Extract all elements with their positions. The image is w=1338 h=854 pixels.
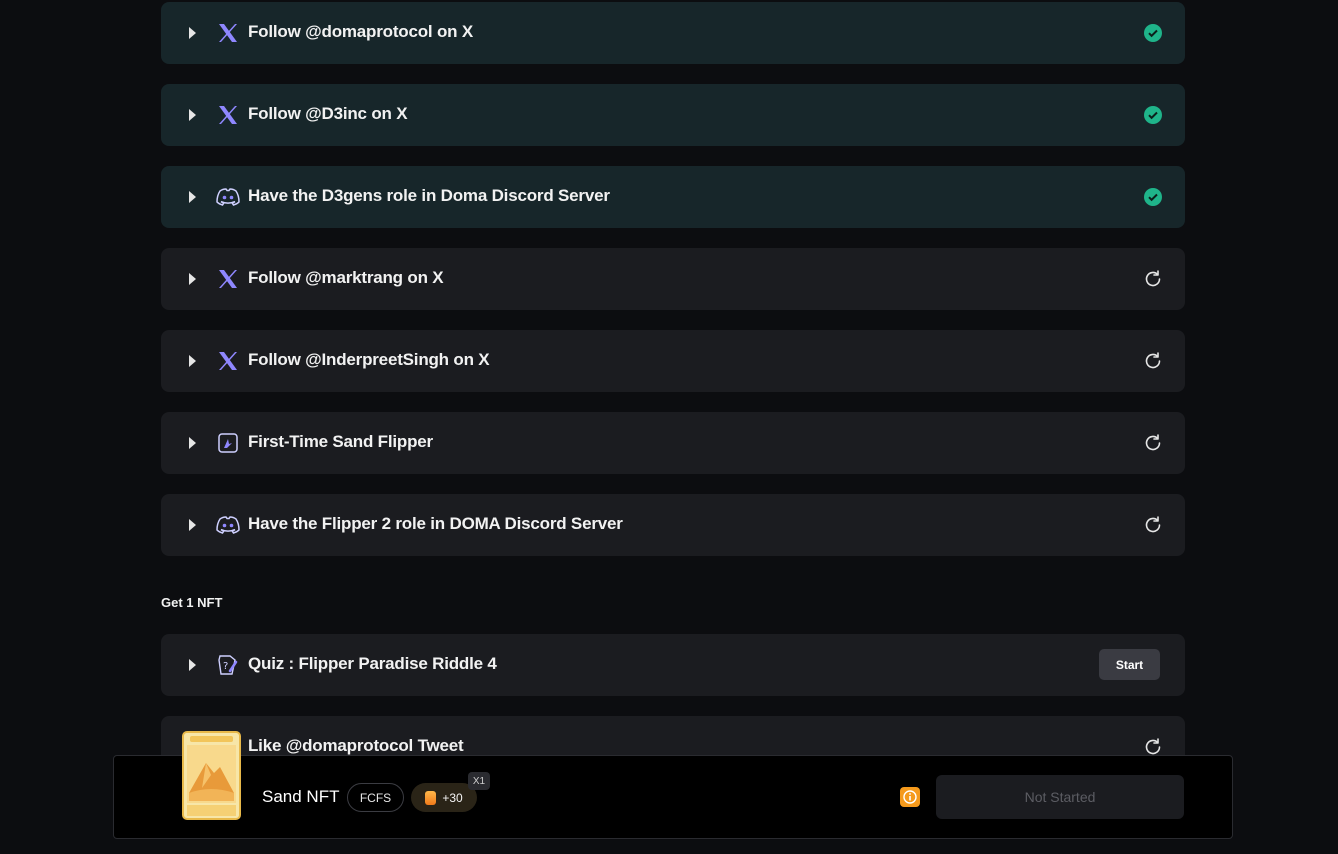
- check-circle-icon: [1142, 104, 1164, 126]
- task-label: Follow @marktrang on X: [248, 268, 444, 287]
- expand-caret-icon[interactable]: [189, 27, 196, 39]
- quiz-icon: ?: [216, 653, 240, 677]
- x-logo-icon: [216, 21, 240, 45]
- x-logo-icon: [216, 267, 240, 291]
- task-row-follow-d3inc[interactable]: Follow @D3inc on X: [161, 84, 1185, 146]
- task-label: Quiz : Flipper Paradise Riddle 4: [248, 654, 497, 673]
- task-row-flipper-2-role[interactable]: Have the Flipper 2 role in DOMA Discord …: [161, 494, 1185, 556]
- section-title: Get 1 NFT: [161, 595, 223, 610]
- expand-caret-icon[interactable]: [189, 659, 196, 671]
- x-logo-icon: [216, 103, 240, 127]
- task-row-d3gens-role[interactable]: Have the D3gens role in Doma Discord Ser…: [161, 166, 1185, 228]
- task-row-follow-domaprotocol[interactable]: Follow @domaprotocol on X: [161, 2, 1185, 64]
- task-label: First-Time Sand Flipper: [248, 432, 433, 451]
- expand-caret-icon[interactable]: [189, 437, 196, 449]
- task-label: Follow @InderpreetSingh on X: [248, 350, 490, 369]
- flipper-app-icon: [216, 431, 240, 455]
- sand-nft-image: [182, 731, 241, 820]
- task-label: Follow @D3inc on X: [248, 104, 408, 123]
- refresh-icon[interactable]: [1142, 268, 1164, 290]
- expand-caret-icon[interactable]: [189, 191, 196, 203]
- check-circle-icon: [1142, 22, 1164, 44]
- reward-bar: Sand NFT FCFS +30 X1 Not Started: [113, 731, 1233, 839]
- refresh-icon[interactable]: [1142, 350, 1164, 372]
- info-icon[interactable]: [900, 787, 920, 807]
- coin-icon: [425, 790, 437, 805]
- x-logo-icon: [216, 349, 240, 373]
- start-button[interactable]: Start: [1099, 649, 1160, 680]
- task-row-follow-marktrang[interactable]: Follow @marktrang on X: [161, 248, 1185, 310]
- expand-caret-icon[interactable]: [189, 519, 196, 531]
- task-label: Follow @domaprotocol on X: [248, 22, 474, 41]
- nft-name: Sand NFT: [262, 787, 340, 806]
- refresh-icon[interactable]: [1142, 432, 1164, 454]
- points-badge: +30: [411, 783, 477, 812]
- check-circle-icon: [1142, 186, 1164, 208]
- task-label: Have the Flipper 2 role in DOMA Discord …: [248, 514, 623, 533]
- task-label: Like @domaprotocol Tweet: [248, 736, 464, 755]
- not-started-button[interactable]: Not Started: [936, 775, 1184, 819]
- refresh-icon[interactable]: [1142, 514, 1164, 536]
- points-value: +30: [442, 790, 463, 805]
- fcfs-badge: FCFS: [347, 783, 404, 812]
- expand-caret-icon[interactable]: [189, 273, 196, 285]
- task-label: Have the D3gens role in Doma Discord Ser…: [248, 186, 610, 205]
- task-row-follow-inderpreetsingh[interactable]: Follow @InderpreetSingh on X: [161, 330, 1185, 392]
- svg-text:?: ?: [223, 661, 228, 672]
- task-row-quiz[interactable]: ? Quiz : Flipper Paradise Riddle 4 Start: [161, 634, 1185, 696]
- expand-caret-icon[interactable]: [189, 355, 196, 367]
- discord-icon: [216, 513, 240, 537]
- task-row-first-time-sand-flipper[interactable]: First-Time Sand Flipper: [161, 412, 1185, 474]
- discord-icon: [216, 185, 240, 209]
- multiplier-badge: X1: [468, 772, 490, 790]
- expand-caret-icon[interactable]: [189, 109, 196, 121]
